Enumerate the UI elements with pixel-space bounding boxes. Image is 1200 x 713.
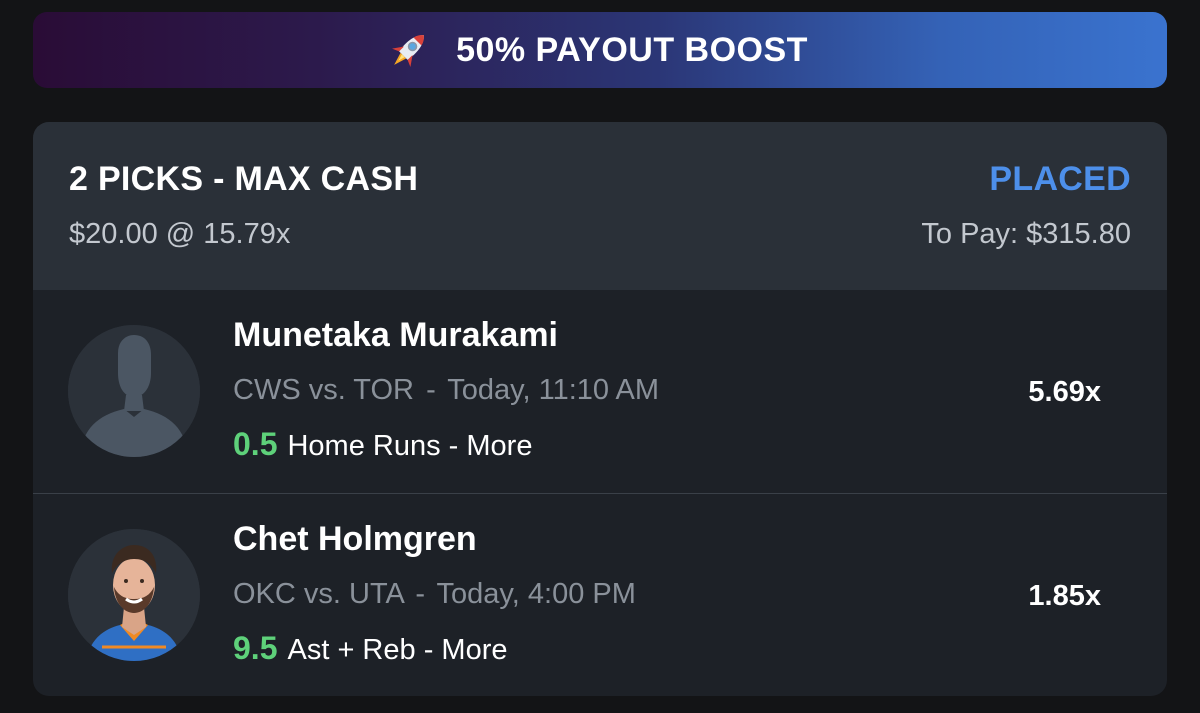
separator: - bbox=[426, 374, 436, 406]
game-time: Today, 4:00 PM bbox=[436, 578, 636, 610]
rocket-icon bbox=[384, 25, 434, 75]
player-name: Chet Holmgren bbox=[233, 520, 477, 558]
line-value: 0.5 bbox=[233, 426, 278, 462]
avatar-placeholder bbox=[68, 325, 200, 457]
entry-header: 2 PICKS - MAX CASH $20.00 @ 15.79x PLACE… bbox=[33, 122, 1167, 290]
player-headshot-icon bbox=[68, 529, 200, 661]
game-info: OKC vs. UTA - Today, 4:00 PM bbox=[233, 578, 636, 611]
matchup: CWS vs. TOR bbox=[233, 374, 414, 406]
player-avatar bbox=[68, 529, 200, 661]
stat-direction: Ast + Reb - More bbox=[287, 634, 508, 666]
person-silhouette-icon bbox=[68, 325, 200, 457]
pick-line: 0.5 Home Runs - More bbox=[233, 426, 532, 463]
entry-stake-line: $20.00 @ 15.79x bbox=[69, 218, 291, 250]
status-badge: PLACED bbox=[989, 160, 1131, 198]
game-info: CWS vs. TOR - Today, 11:10 AM bbox=[233, 374, 659, 407]
matchup: OKC vs. UTA bbox=[233, 578, 404, 610]
pick-row[interactable]: Chet Holmgren OKC vs. UTA - Today, 4:00 … bbox=[33, 494, 1167, 696]
stat-direction: Home Runs - More bbox=[287, 430, 533, 462]
game-time: Today, 11:10 AM bbox=[447, 374, 660, 406]
player-name: Munetaka Murakami bbox=[233, 316, 558, 354]
entry-card[interactable]: 2 PICKS - MAX CASH $20.00 @ 15.79x PLACE… bbox=[33, 122, 1167, 696]
payout-boost-banner[interactable]: 50% PAYOUT BOOST bbox=[33, 12, 1167, 88]
pick-multiplier: 1.85x bbox=[1028, 580, 1101, 612]
pick-line: 9.5 Ast + Reb - More bbox=[233, 630, 507, 667]
entry-title: 2 PICKS - MAX CASH bbox=[69, 160, 419, 198]
line-value: 9.5 bbox=[233, 630, 278, 666]
pick-row[interactable]: Munetaka Murakami CWS vs. TOR - Today, 1… bbox=[33, 290, 1167, 493]
to-pay-amount: To Pay: $315.80 bbox=[921, 218, 1131, 250]
separator: - bbox=[415, 578, 425, 610]
boost-label: 50% PAYOUT BOOST bbox=[456, 30, 808, 69]
pick-multiplier: 5.69x bbox=[1028, 376, 1101, 408]
